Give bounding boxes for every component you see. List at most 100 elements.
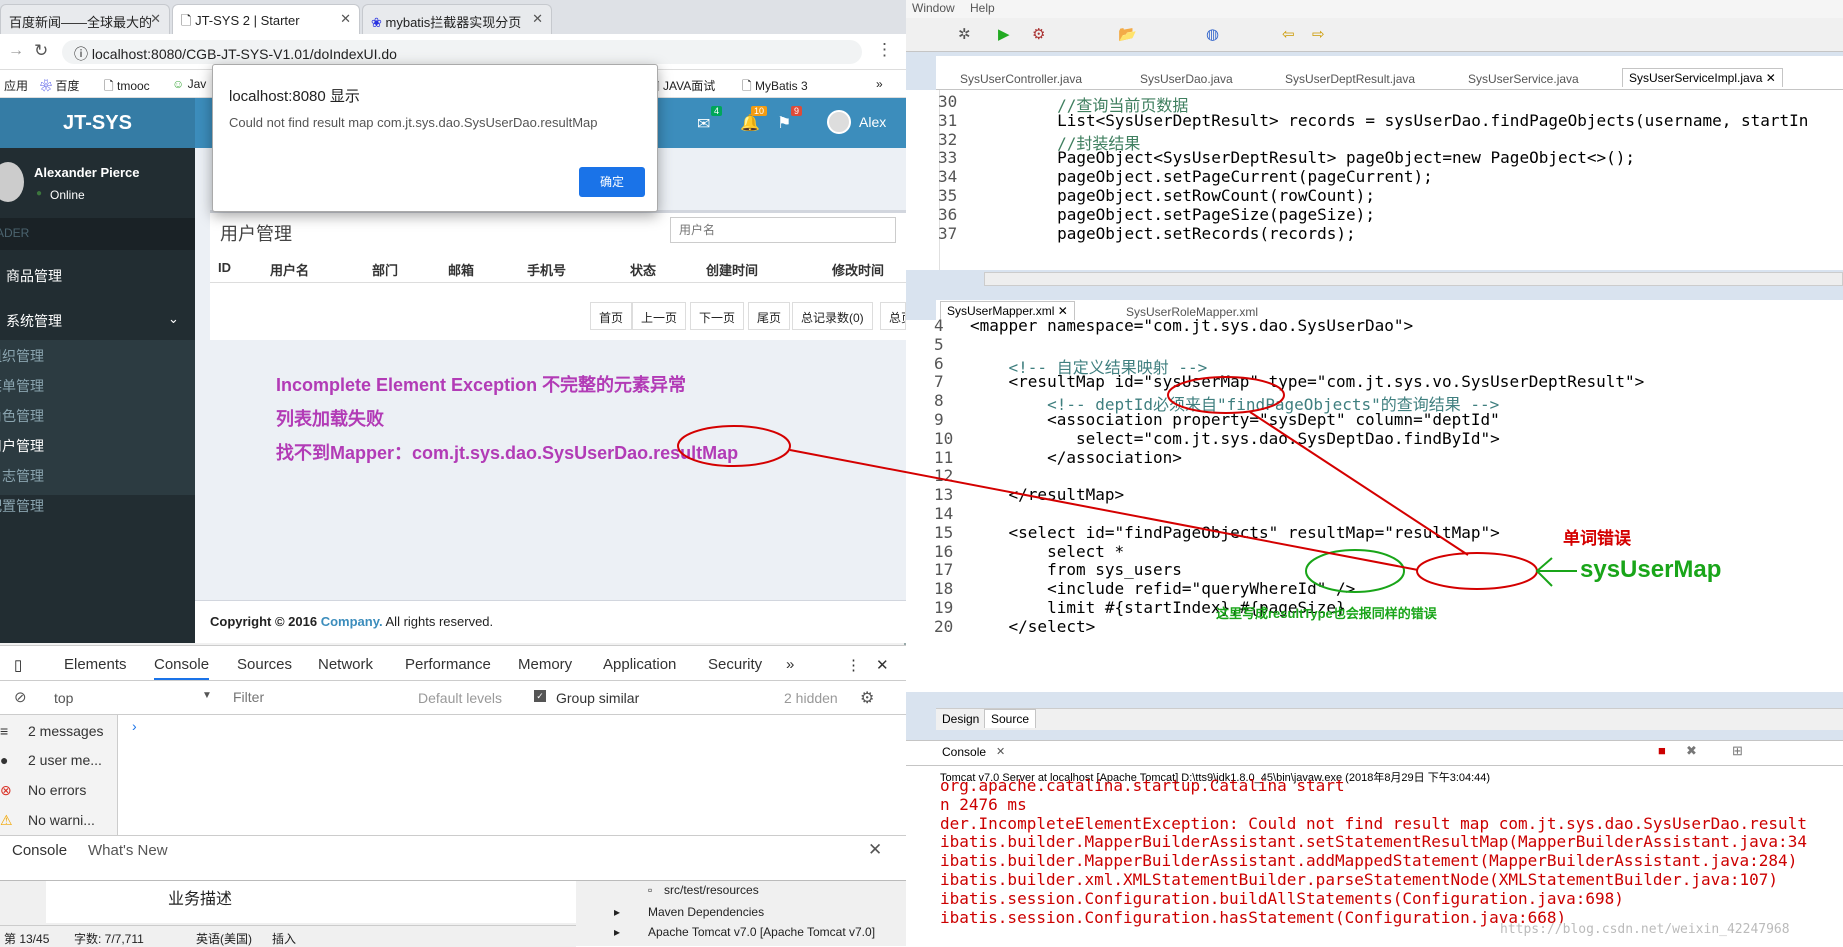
close-icon[interactable]: ✕ (150, 11, 161, 27)
code-line: <mapper namespace="com.jt.sys.dao.SysUse… (970, 316, 1414, 335)
browser-tab-mybatis[interactable]: ❀ mybatis拦截器实现分页 ✕ (362, 4, 552, 34)
gear-icon[interactable]: ⚙ (860, 688, 874, 708)
reload-icon[interactable]: ↻ (34, 41, 48, 61)
devtools-tab-elements[interactable]: Elements (64, 656, 127, 673)
code-line: List<SysUserDeptResult> records = sysUse… (980, 110, 1809, 130)
bookmark-mybatis[interactable]: 🗋 MyBatis 3 (742, 77, 808, 98)
forward-icon[interactable]: → (8, 42, 24, 60)
editor-tab-service[interactable]: SysUserService.java (1468, 72, 1579, 86)
sidebar-item-user[interactable]: 用户管理 (0, 436, 44, 456)
open-folder-icon[interactable]: 📂 (1118, 25, 1137, 43)
design-tab[interactable]: Design (942, 712, 979, 726)
sidebar-item-role[interactable]: 角色管理 (0, 406, 44, 426)
dialog-ok-button[interactable]: 确定 (579, 167, 645, 197)
pin-icon[interactable]: ⊞ (1732, 743, 1743, 759)
editor-tab-controller[interactable]: SysUserController.java (960, 72, 1082, 86)
caret-down-icon[interactable]: ▼ (202, 690, 212, 701)
menu-help[interactable]: Help (970, 1, 995, 15)
bookmark-apps[interactable]: 应用 (4, 77, 28, 94)
terminate-icon[interactable]: ■ (1658, 743, 1666, 758)
code-line: PageObject<SysUserDeptResult> pageObject… (980, 148, 1636, 168)
tree-item-tomcat[interactable]: Apache Tomcat v7.0 [Apache Tomcat v7.0] (648, 925, 875, 939)
close-icon[interactable]: ✕ (340, 11, 351, 27)
search-input[interactable] (670, 217, 896, 243)
devtools-tab-performance[interactable]: Performance (405, 656, 491, 673)
dock-icon[interactable]: ▯ (14, 656, 22, 674)
sidebar-item-menu[interactable]: 菜单管理 (0, 376, 44, 396)
brand-logo[interactable]: JT-SYS (0, 98, 195, 148)
editor-tab-dao[interactable]: SysUserDao.java (1140, 72, 1233, 86)
console-prompt[interactable]: › (132, 718, 137, 734)
first-page-button[interactable]: 首页 (590, 302, 633, 330)
sidebar-item-config[interactable]: 配置管理 (0, 496, 44, 516)
menu-kebab-icon[interactable]: ⋮ (876, 40, 893, 60)
context-select[interactable]: top (54, 690, 73, 706)
devtools-menu-icon[interactable]: ⋮ (846, 656, 861, 674)
console-line: ibatis.builder.xml.XMLStatementBuilder.p… (940, 870, 1779, 889)
close-icon[interactable]: ✕ (996, 745, 1005, 758)
editor-tab-serviceimpl[interactable]: SysUserServiceImpl.java ✕ (1622, 68, 1783, 87)
bookmark-jav[interactable]: ☺ Jav (172, 77, 206, 91)
forward-icon[interactable]: ⇨ (1312, 25, 1325, 43)
bell-icon[interactable]: 🔔 (740, 113, 760, 133)
tree-item-test-resources[interactable]: src/test/resources (664, 883, 759, 897)
filter-messages[interactable]: 2 messages (28, 723, 103, 739)
close-icon[interactable]: ✕ (532, 11, 543, 27)
dialog-title: localhost:8080 显示 (229, 88, 360, 105)
group-similar-checkbox[interactable]: ✓ (534, 690, 546, 702)
levels-select[interactable]: Default levels (418, 690, 502, 706)
last-page-button[interactable]: 尾页 (748, 302, 791, 330)
expand-icon[interactable]: ▸ (614, 925, 620, 939)
expand-icon[interactable]: ▸ (614, 905, 620, 919)
devtools-tab-sources[interactable]: Sources (237, 656, 292, 673)
console-title[interactable]: Console (942, 745, 986, 759)
devtools-close-icon[interactable]: ✕ (876, 656, 889, 674)
more-tabs-icon[interactable]: » (786, 656, 794, 673)
filter-input[interactable] (233, 686, 408, 708)
tree-item-maven[interactable]: Maven Dependencies (648, 905, 764, 919)
sidebar-item-log[interactable]: 日志管理 (0, 466, 44, 486)
prev-page-button[interactable]: 上一页 (632, 302, 687, 330)
back-icon[interactable]: ⇦ (1282, 25, 1295, 43)
drawer-tab-whatsnew[interactable]: What's New (88, 842, 168, 859)
devtools-tab-security[interactable]: Security (708, 656, 762, 673)
drawer-tab-console[interactable]: Console (12, 842, 67, 859)
source-tab[interactable]: Source (984, 709, 1037, 728)
editor-tab-deptresult[interactable]: SysUserDeptResult.java (1285, 72, 1415, 86)
close-drawer-icon[interactable]: ✕ (868, 840, 882, 860)
bookmark-tmooc[interactable]: 🗋 tmooc (104, 77, 150, 98)
browser-tab-baidu-news[interactable]: 百度新闻——全球最大的 ✕ (0, 4, 170, 34)
filter-warnings[interactable]: No warni... (28, 812, 95, 828)
debug-icon[interactable]: ✲ (958, 25, 971, 43)
sidebar-item-goods[interactable]: 商品管理 (6, 266, 62, 286)
bookmark-java-interview[interactable]: 🗋 JAVA面试 (650, 77, 715, 98)
filter-errors[interactable]: No errors (28, 782, 86, 798)
horizontal-scrollbar[interactable] (984, 272, 1843, 286)
nav-user-name[interactable]: Alex (859, 114, 886, 130)
chevron-down-icon[interactable]: ⌄ (168, 311, 179, 327)
mail-icon[interactable]: ✉ (697, 114, 710, 134)
browser-tab-jtsys[interactable]: 🗋 JT-SYS 2 | Starter ✕ (172, 4, 360, 34)
sidebar-item-system[interactable]: 系统管理 (6, 311, 62, 331)
clear-console-icon[interactable]: ⊘ (14, 688, 27, 706)
avatar[interactable] (827, 110, 851, 134)
globe-icon[interactable]: ◍ (1206, 25, 1219, 43)
next-page-button[interactable]: 下一页 (690, 302, 745, 330)
devtools-tab-application[interactable]: Application (603, 656, 676, 673)
devtools-tab-memory[interactable]: Memory (518, 656, 572, 673)
bookmark-baidu[interactable]: ❀ 百度 (40, 77, 79, 94)
url-input[interactable]: ⓘ localhost:8080/CGB-JT-SYS-V1.01/doInde… (62, 40, 862, 64)
bookmarks-more[interactable]: » (876, 77, 883, 91)
external-tools-icon[interactable]: ⚙ (1032, 25, 1045, 43)
company-link[interactable]: Company. (321, 614, 383, 629)
line-number: 36 (938, 204, 958, 224)
filter-user-messages[interactable]: 2 user me... (28, 752, 102, 768)
devtools-tab-console[interactable]: Console (154, 656, 210, 680)
devtools-tab-network[interactable]: Network (318, 656, 373, 673)
flag-icon[interactable]: ⚑ (777, 113, 791, 133)
remove-launch-icon[interactable]: ✖ (1686, 743, 1697, 759)
sidebar-item-org[interactable]: 组织管理 (0, 346, 44, 366)
run-icon[interactable]: ▶ (998, 25, 1010, 43)
close-icon[interactable]: ✕ (1766, 71, 1776, 85)
menu-window[interactable]: Window (912, 1, 955, 15)
